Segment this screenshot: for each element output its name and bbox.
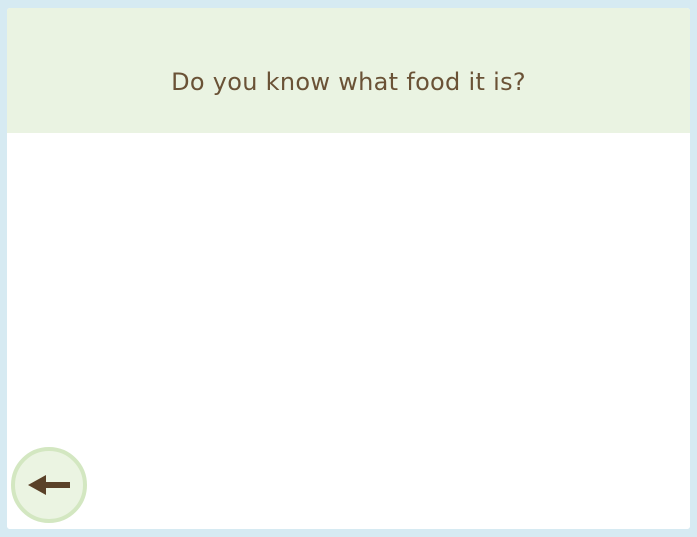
question-text: Do you know what food it is? bbox=[171, 68, 526, 96]
question-header: Do you know what food it is? bbox=[7, 8, 690, 133]
quiz-panel: Do you know what food it is? bbox=[7, 8, 690, 529]
content-area bbox=[7, 133, 690, 529]
arrow-left-icon bbox=[26, 472, 72, 498]
back-button[interactable] bbox=[11, 447, 87, 523]
